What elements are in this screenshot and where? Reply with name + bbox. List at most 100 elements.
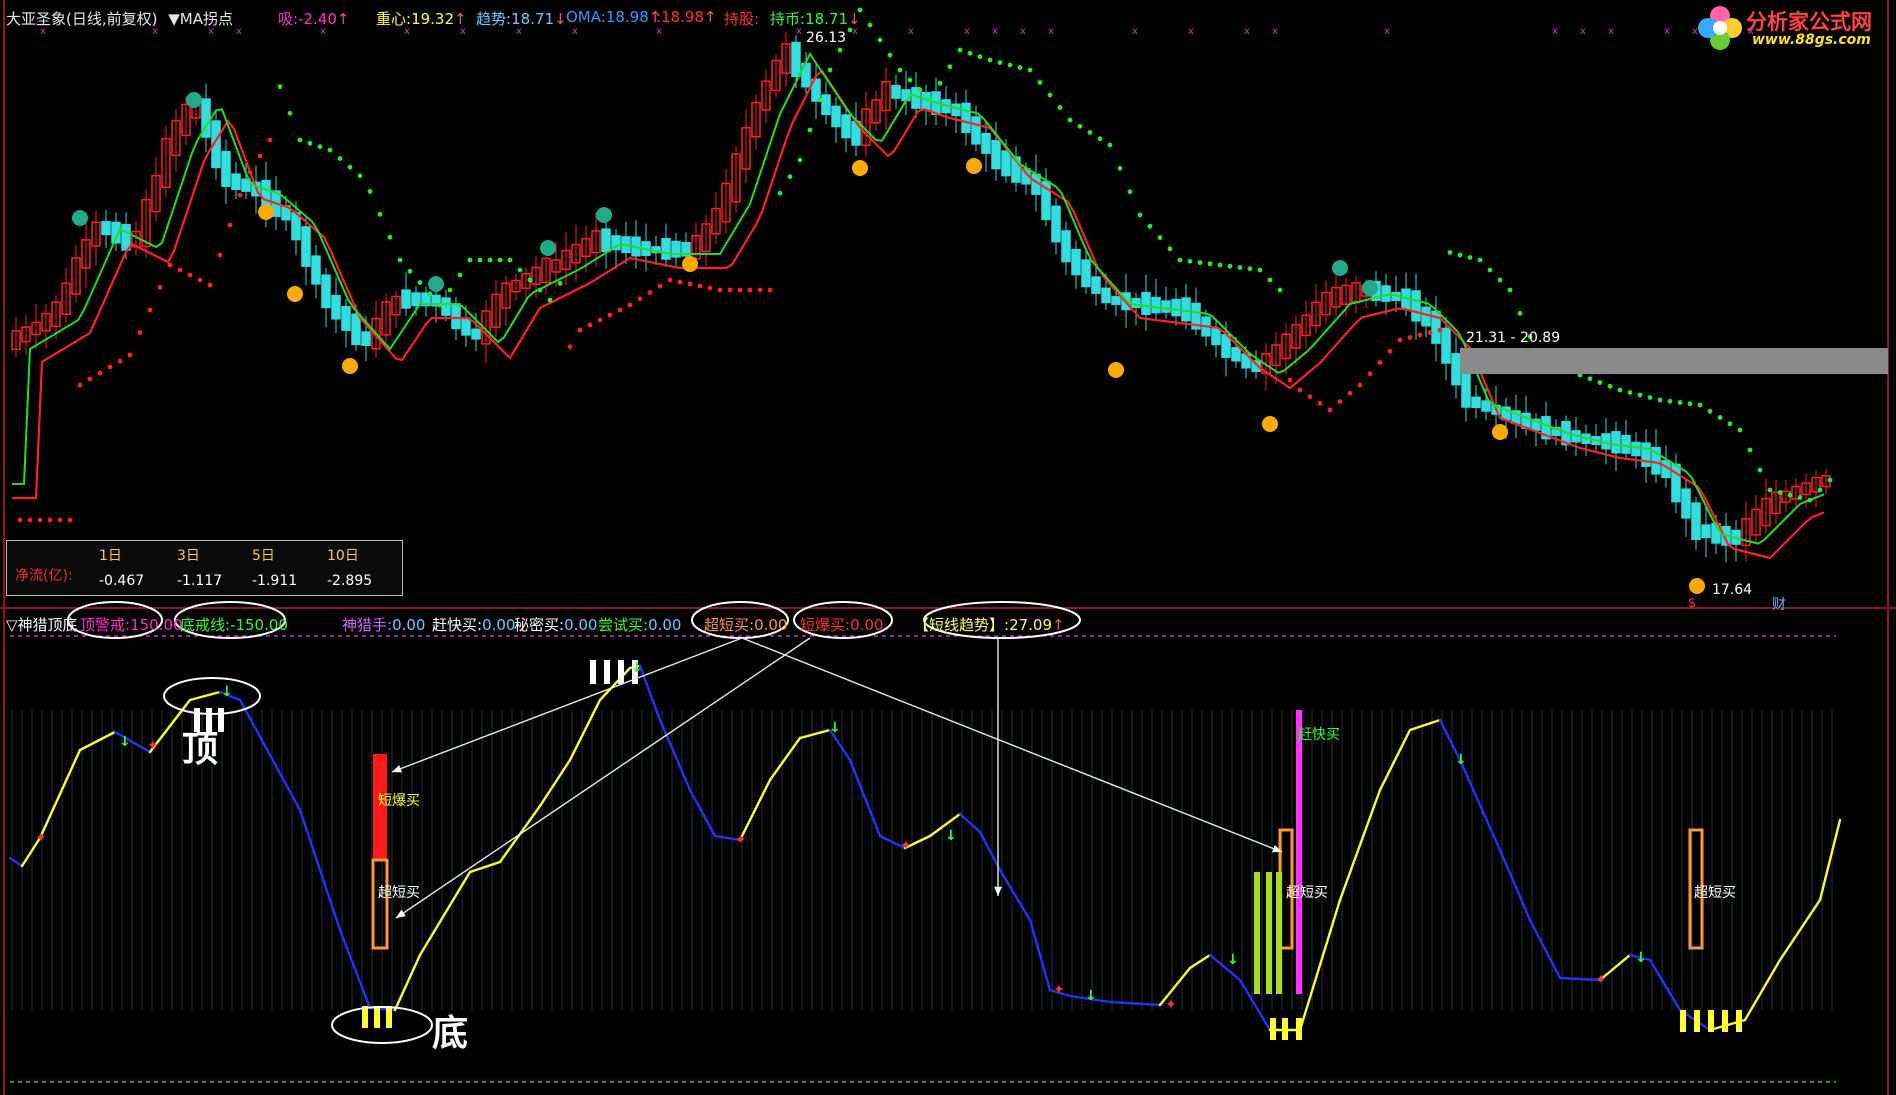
candle-body [1102, 288, 1110, 302]
trend-dot [558, 281, 563, 286]
top-marker: x [1132, 26, 1138, 37]
bottom-stripe [1296, 1018, 1302, 1040]
trend-dot [1618, 388, 1623, 393]
trend-dot [108, 365, 113, 370]
candle-body [1152, 298, 1160, 313]
trend-dot [1758, 468, 1763, 473]
trend-dot [1188, 259, 1193, 264]
header-item-5: 持股: [724, 8, 759, 29]
indicator-item-label: 秘密买: [514, 616, 564, 634]
candle-body [1622, 436, 1630, 453]
trend-dot [1328, 408, 1333, 413]
down-marker-icon: ↓ [119, 734, 131, 750]
ma-menu[interactable]: ▼MA拐点 [168, 10, 233, 28]
candle-body [1142, 293, 1150, 315]
candle-body [122, 225, 130, 250]
up-marker-icon: ✦ [1053, 982, 1065, 998]
down-marker-icon: ↓ [829, 720, 841, 736]
trend-dot [448, 288, 453, 293]
trend-dot [518, 268, 523, 273]
trend-dot [818, 98, 823, 103]
indicator-item-arrow: ↑ [1052, 616, 1065, 634]
bottom-annotation: 底 [432, 1004, 468, 1056]
top-marker: x [1244, 26, 1250, 37]
indicator-name[interactable]: ▽神猎顶底 [6, 614, 78, 635]
top-stripe [618, 660, 624, 684]
trend-dot [1498, 278, 1503, 283]
header-item-value: -2.40 [298, 10, 337, 28]
trend-dot [458, 273, 463, 278]
trend-dot [828, 68, 833, 73]
candle-body [472, 329, 480, 339]
trend-dot [368, 189, 373, 194]
period-5d: 5日 [252, 545, 275, 565]
down-marker-icon: ↓ [1085, 988, 1097, 1004]
trend-dot [398, 258, 403, 263]
trend-dot [1658, 398, 1663, 403]
candle-body [452, 304, 460, 329]
trend-dot [918, 88, 923, 93]
trend-dot [1038, 80, 1043, 85]
trend-dot [88, 377, 93, 382]
trend-dot [1508, 288, 1513, 293]
header-item-2: 趋势:18.71↓ [476, 8, 567, 29]
sell-signal-icon [1332, 260, 1348, 276]
trend-dot [378, 212, 383, 217]
trend-dot [388, 235, 393, 240]
trend-dot [1598, 380, 1603, 385]
resistance-band [1460, 348, 1888, 374]
candle-body [1612, 432, 1620, 453]
trend-dot [58, 518, 63, 523]
trend-dot [1738, 428, 1743, 433]
trend-dot [878, 38, 883, 43]
indicator-item-value: 0.00 [850, 616, 883, 634]
candle-body [962, 103, 970, 132]
candle-body [1062, 231, 1070, 262]
header-item-value: 18.98 [606, 8, 649, 26]
indicator-item-0: 顶警戒:150.00 [80, 614, 183, 635]
trend-dot [868, 23, 873, 28]
header-item-label: 趋势: [476, 10, 511, 28]
top-marker: x [1580, 26, 1586, 37]
sell-signal-icon [428, 276, 444, 292]
trend-dot [678, 280, 683, 285]
candle-body [332, 296, 340, 319]
candle-body [892, 86, 900, 98]
trend-dot [968, 51, 973, 56]
trend-dot [498, 258, 503, 263]
oscillator-segment [850, 760, 880, 836]
trend-dot [1268, 278, 1273, 283]
trend-dot [1438, 328, 1443, 333]
candle-body [1172, 300, 1180, 316]
arrow-head [994, 887, 1002, 896]
header-item-label: OMA: [566, 8, 606, 26]
candle-body [842, 115, 850, 137]
trend-dot [708, 286, 713, 291]
trend-dot [508, 258, 513, 263]
trend-dot [1298, 388, 1303, 393]
indicator-item-label: 尝试买: [598, 616, 648, 634]
indicator-item-6: 超短买:0.00 [704, 614, 787, 635]
sell-signal-icon [596, 207, 612, 223]
up-marker-icon: ✦ [1165, 997, 1177, 1013]
trend-dot [308, 141, 313, 146]
candle-body [1482, 401, 1490, 411]
candle-body [1682, 489, 1690, 518]
trend-dot [1778, 490, 1783, 495]
oscillator-segment [690, 790, 715, 836]
trend-dot [788, 174, 793, 179]
top-marker: x [964, 26, 970, 37]
trend-dot [998, 60, 1003, 65]
indicator-item-label: 赶快买: [432, 616, 482, 634]
trend-dot [1068, 118, 1073, 123]
candle-body [1212, 329, 1220, 345]
indicator-item-value: 150.00 [130, 616, 183, 634]
up-marker-icon: ✦ [147, 738, 159, 754]
trend-dot [338, 156, 343, 161]
period-10d: 10日 [327, 545, 359, 565]
candle-body [1702, 525, 1710, 537]
trend-dot [178, 268, 183, 273]
trend-dot [898, 68, 903, 73]
indicator-item-label: 神猎手: [342, 616, 392, 634]
trend-dot [268, 138, 273, 143]
